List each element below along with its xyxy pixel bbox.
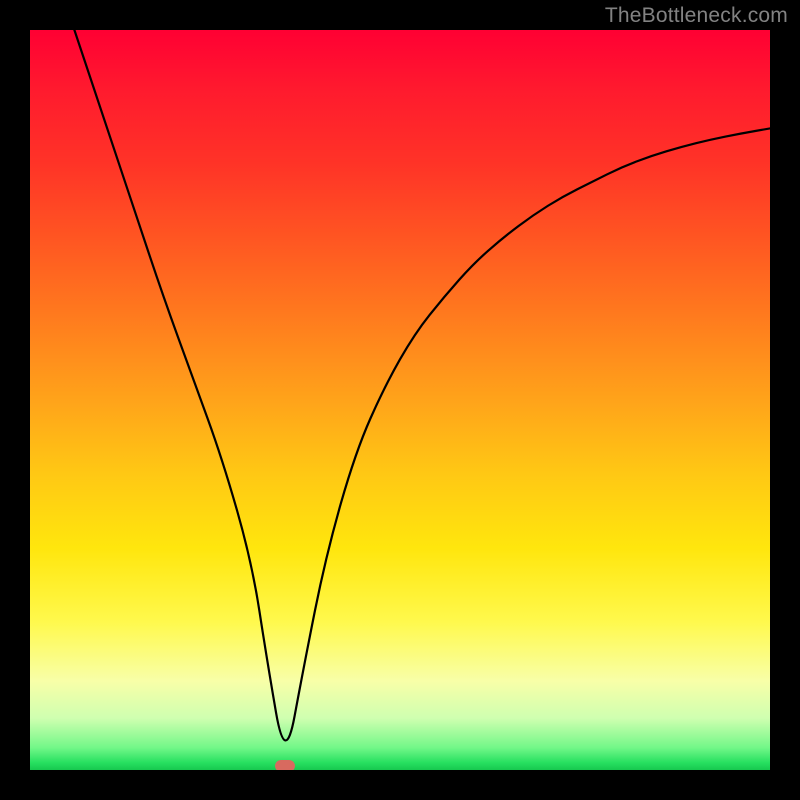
optimal-point-marker	[275, 760, 295, 770]
plot-area	[30, 30, 770, 770]
curve-layer	[30, 30, 770, 770]
chart-frame: TheBottleneck.com	[0, 0, 800, 800]
watermark-text: TheBottleneck.com	[605, 4, 788, 28]
bottleneck-curve	[74, 30, 770, 740]
